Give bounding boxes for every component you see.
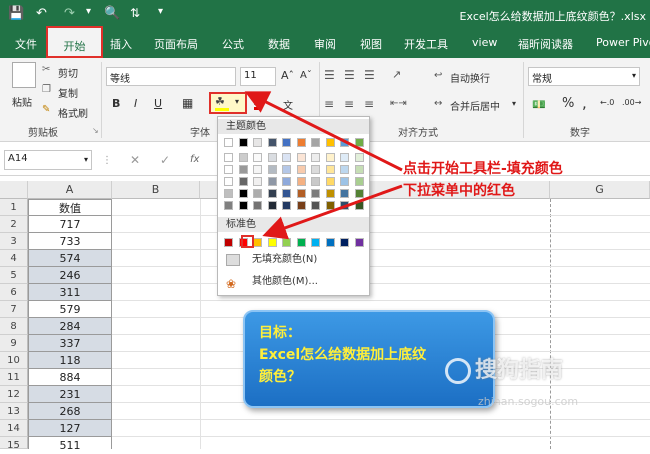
watermark-logo: 搜狗指南 — [445, 352, 563, 384]
watermark-url: zhinan.sogou.com — [478, 395, 579, 408]
arrow-to-fill-button — [244, 91, 403, 172]
annotation-line-2: 下拉菜单中的红色 — [403, 183, 515, 199]
watermark-text: 搜狗指南 — [475, 358, 564, 383]
annotation-line-1: 点击开始工具栏-填充颜色 — [403, 161, 563, 177]
callout-line-1: 目标： — [259, 325, 301, 341]
sogou-logo-icon — [445, 358, 471, 384]
instruction-annotation: 点击开始工具栏-填充颜色 下拉菜单中的红色 — [403, 158, 563, 202]
arrow-to-red-swatch — [262, 184, 403, 240]
